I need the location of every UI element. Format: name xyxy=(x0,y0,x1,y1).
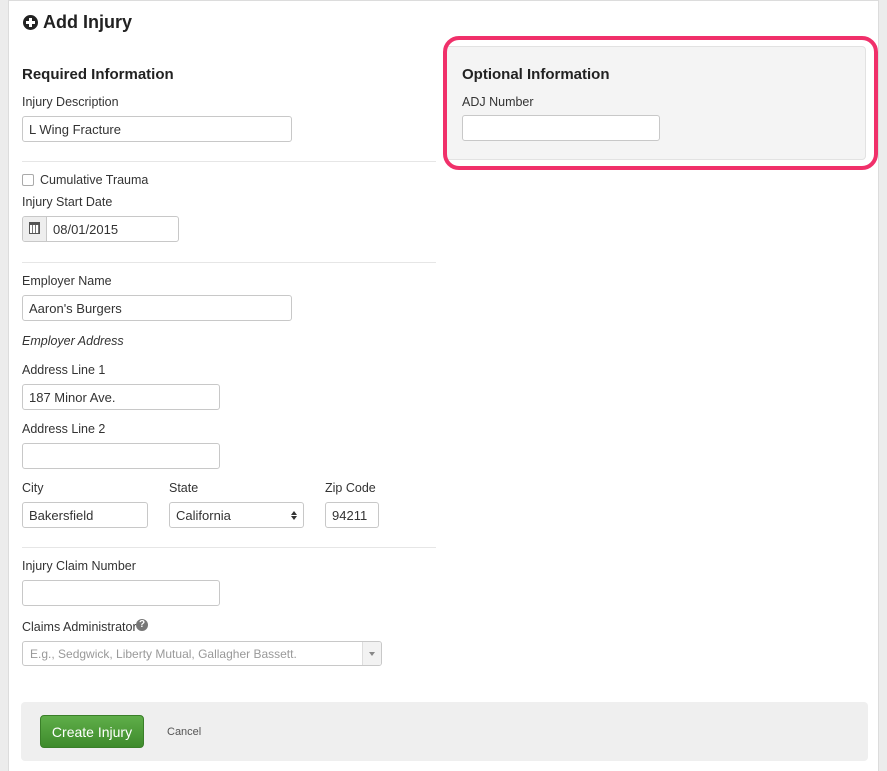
city-input[interactable]: Bakersfield xyxy=(22,502,148,528)
claims-administrator-placeholder[interactable]: E.g., Sedgwick, Liberty Mutual, Gallaghe… xyxy=(23,642,362,665)
injury-start-date-field[interactable]: 08/01/2015 xyxy=(22,216,179,242)
caret-down-icon xyxy=(369,651,375,656)
claims-administrator-combobox[interactable]: E.g., Sedgwick, Liberty Mutual, Gallaghe… xyxy=(22,641,382,666)
claims-administrator-label: Claims Administrator xyxy=(22,620,137,634)
divider xyxy=(22,547,436,548)
injury-start-date-value[interactable]: 08/01/2015 xyxy=(47,217,124,241)
help-icon[interactable]: ? xyxy=(136,619,148,631)
state-select[interactable]: California xyxy=(169,502,304,528)
injury-description-input[interactable]: L Wing Fracture xyxy=(22,116,292,142)
employer-name-label: Employer Name xyxy=(22,274,112,288)
page-title-text: Add Injury xyxy=(43,12,132,32)
form-footer xyxy=(21,702,868,761)
calendar-icon xyxy=(29,222,40,234)
create-injury-button[interactable]: Create Injury xyxy=(40,715,144,748)
cancel-link[interactable]: Cancel xyxy=(167,726,201,738)
address-line-2-label: Address Line 2 xyxy=(22,422,106,436)
required-heading: Required Information xyxy=(22,66,174,83)
address-line-1-label: Address Line 1 xyxy=(22,363,106,377)
updown-arrows-icon xyxy=(291,510,297,520)
address-line-2-input[interactable] xyxy=(22,443,220,469)
cumulative-trauma-label: Cumulative Trauma xyxy=(40,173,149,187)
injury-claim-number-input[interactable] xyxy=(22,580,220,606)
page-title: Add Injury xyxy=(23,12,132,33)
state-label: State xyxy=(169,481,199,495)
claims-administrator-dropdown-button[interactable] xyxy=(362,642,381,665)
zip-input[interactable]: 94211 xyxy=(325,502,379,528)
plus-circle-icon xyxy=(23,15,38,30)
injury-claim-number-label: Injury Claim Number xyxy=(22,559,136,573)
injury-description-label: Injury Description xyxy=(22,95,119,109)
employer-name-input[interactable]: Aaron's Burgers xyxy=(22,295,292,321)
city-label: City xyxy=(22,481,44,495)
calendar-button[interactable] xyxy=(23,217,47,241)
injury-start-date-label: Injury Start Date xyxy=(22,195,113,209)
zip-label: Zip Code xyxy=(325,481,376,495)
cumulative-trauma-checkbox[interactable] xyxy=(22,174,34,186)
divider xyxy=(22,161,436,162)
address-line-1-input[interactable]: 187 Minor Ave. xyxy=(22,384,220,410)
highlight-annotation xyxy=(443,36,878,170)
divider xyxy=(22,262,436,263)
state-select-value: California xyxy=(176,507,231,523)
employer-address-heading: Employer Address xyxy=(22,334,124,348)
